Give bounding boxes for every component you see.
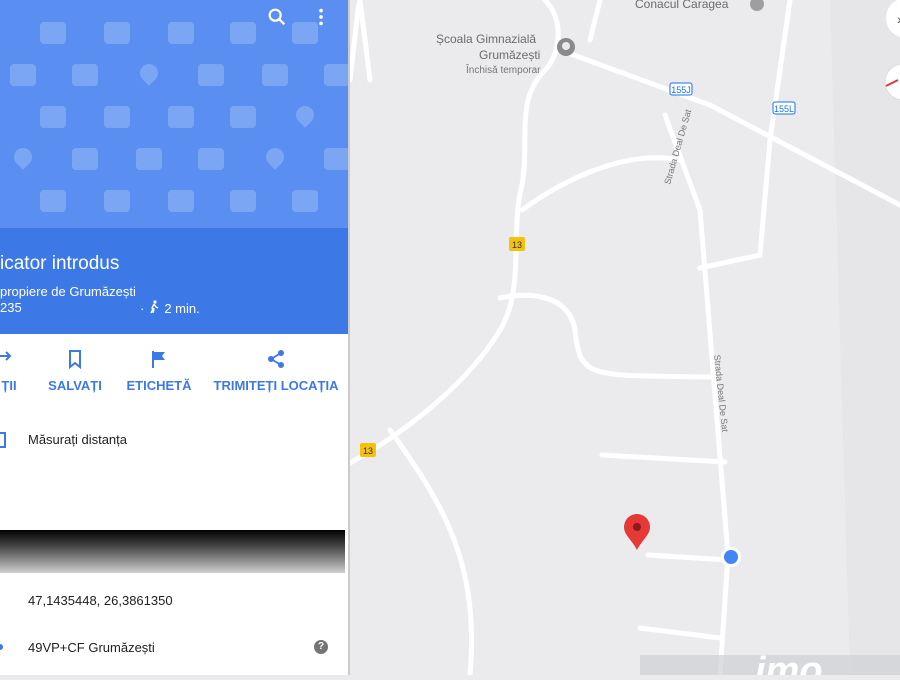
road-shield-13-upper: 13 bbox=[512, 240, 522, 250]
photo-strip bbox=[0, 530, 345, 573]
school-pin-icon[interactable] bbox=[557, 38, 575, 56]
manor-label[interactable]: Conacul Caragea bbox=[635, 0, 729, 11]
walk-time: · 2 min. bbox=[140, 300, 200, 317]
walk-icon bbox=[148, 300, 160, 317]
directions-button[interactable]: ȚII bbox=[0, 348, 24, 393]
share-location-button[interactable]: TRIMITEȚI LOCAȚIA bbox=[211, 348, 341, 393]
plus-code-text: 49VP+CF Grumăzești bbox=[28, 640, 155, 655]
school-status: Închisă temporar bbox=[465, 63, 541, 76]
label-label: ETICHETĂ bbox=[126, 378, 192, 393]
hero-banner bbox=[0, 0, 348, 228]
more-options-icon[interactable] bbox=[310, 6, 332, 33]
search-icon[interactable] bbox=[266, 6, 288, 33]
school-label-line1[interactable]: Școala Gimnazială bbox=[436, 32, 536, 46]
road-shield-13-lower: 13 bbox=[363, 446, 373, 456]
place-header: icator introdus propiere de Grumăzești 2… bbox=[0, 228, 348, 334]
help-icon[interactable]: ? bbox=[314, 640, 328, 654]
save-button[interactable]: SALVAȚI bbox=[44, 348, 106, 393]
place-code: 235 bbox=[0, 300, 22, 315]
walk-time-label: 2 min. bbox=[164, 301, 200, 316]
place-panel: icator introdus propiere de Grumăzești 2… bbox=[0, 0, 348, 675]
watermark-text: imo bbox=[755, 650, 823, 675]
place-title: icator introdus bbox=[0, 253, 120, 274]
plus-code-icon bbox=[0, 644, 3, 650]
label-button[interactable]: ETICHETĂ bbox=[124, 348, 194, 393]
place-subtitle: propiere de Grumăzești bbox=[0, 284, 136, 299]
ruler-icon bbox=[0, 432, 6, 448]
save-label: SALVAȚI bbox=[48, 378, 102, 393]
measure-distance-label: Măsurați distanța bbox=[28, 432, 127, 447]
directions-label: ȚII bbox=[1, 378, 17, 393]
map-view[interactable]: 155J 155L 13 13 Conacul Caragea Școala G… bbox=[347, 0, 900, 680]
current-location-icon[interactable] bbox=[721, 547, 741, 567]
road-shield-155j: 155J bbox=[671, 85, 691, 95]
coordinates-text: 47,1435448, 26,3861350 bbox=[28, 593, 173, 608]
school-label-line2[interactable]: Grumăzești bbox=[479, 48, 540, 62]
road-shield-155l: 155L bbox=[774, 104, 794, 114]
action-bar: ȚII SALVAȚI ETICHETĂ TRIMITEȚI LOCAȚIA bbox=[0, 334, 348, 422]
share-location-label: TRIMITEȚI LOCAȚIA bbox=[213, 378, 339, 393]
